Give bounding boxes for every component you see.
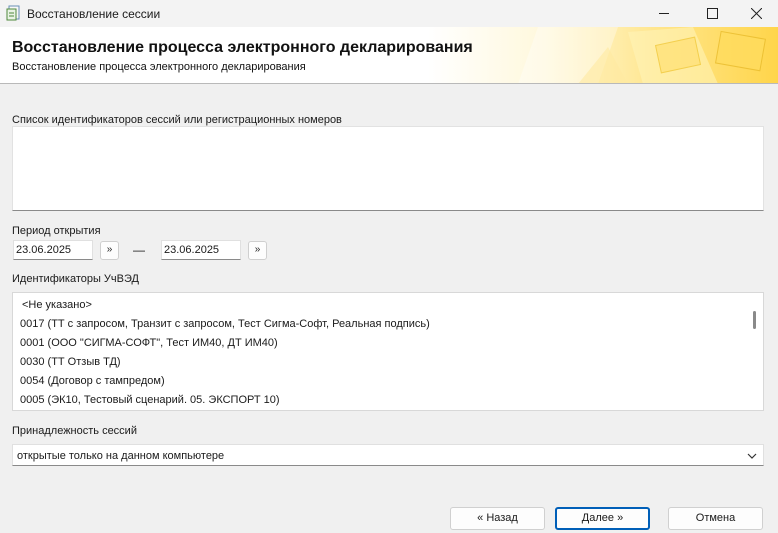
close-button[interactable]	[733, 0, 778, 27]
period-separator: —	[133, 243, 145, 257]
period-from-picker-button[interactable]: »	[100, 241, 119, 260]
period-to-picker-button[interactable]: »	[248, 241, 267, 260]
minimize-icon	[658, 8, 670, 19]
uvd-label: Идентификаторы УчВЭД	[12, 273, 139, 285]
page-subtitle: Восстановление процесса электронного дек…	[12, 61, 306, 73]
app-document-icon	[6, 5, 22, 21]
sessions-textarea[interactable]	[12, 126, 764, 211]
listbox-scrollbar[interactable]	[753, 311, 756, 329]
list-item[interactable]: 0017 (ТТ с запросом, Транзит с запросом,…	[20, 318, 430, 330]
list-item[interactable]: 0001 (ООО "СИГМА-СОФТ", Тест ИМ40, ДТ ИМ…	[20, 337, 278, 349]
ownership-selected-value: открытые только на данном компьютере	[17, 450, 225, 462]
list-item[interactable]: 0030 (ТТ Отзыв ТД)	[20, 356, 121, 368]
maximize-icon	[706, 8, 718, 19]
title-bar: Восстановление сессии	[0, 0, 778, 27]
uvd-listbox[interactable]: <Не указано> 0017 (ТТ с запросом, Транзи…	[12, 292, 764, 411]
window-title: Восстановление сессии	[27, 7, 161, 21]
chevron-down-icon	[747, 451, 757, 463]
header-banner: Восстановление процесса электронного дек…	[0, 27, 778, 84]
period-from-field[interactable]: 23.06.2025	[13, 240, 93, 260]
list-item[interactable]: 0005 (ЭК10, Тестовый сценарий. 05. ЭКСПО…	[20, 394, 280, 406]
ownership-label: Принадлежность сессий	[12, 425, 137, 437]
page-title: Восстановление процесса электронного дек…	[12, 39, 473, 56]
ownership-select[interactable]: открытые только на данном компьютере	[12, 444, 764, 466]
sessions-label: Список идентификаторов сессий или регист…	[12, 114, 342, 126]
minimize-button[interactable]	[641, 0, 687, 27]
next-button[interactable]: Далее »	[555, 507, 650, 530]
back-button[interactable]: « Назад	[450, 507, 545, 530]
period-to-field[interactable]: 23.06.2025	[161, 240, 241, 260]
cancel-button[interactable]: Отмена	[668, 507, 763, 530]
period-label: Период открытия	[12, 225, 101, 237]
maximize-button[interactable]	[689, 0, 735, 27]
close-icon	[750, 8, 762, 19]
list-item[interactable]: <Не указано>	[22, 299, 92, 311]
banner-decoration	[518, 27, 767, 83]
list-item[interactable]: 0054 (Договор с тампредом)	[20, 375, 165, 387]
